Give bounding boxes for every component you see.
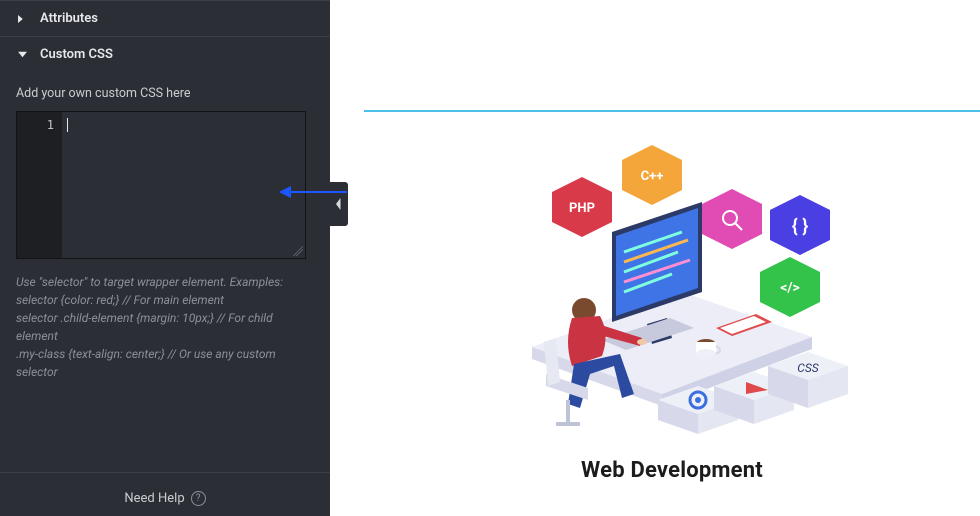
selector-hint-text: Use "selector" to target wrapper element…: [16, 273, 314, 381]
css-code-editor[interactable]: 1: [16, 111, 306, 259]
line-number: 1: [17, 118, 54, 132]
code-input-area[interactable]: [63, 112, 305, 258]
custom-css-header[interactable]: Custom CSS: [0, 37, 330, 72]
custom-css-section: Custom CSS Add your own custom CSS here …: [0, 36, 330, 399]
text-cursor-icon: [67, 118, 68, 132]
cpp-icon: C++: [622, 145, 682, 205]
svg-text:{ }: { }: [792, 216, 808, 237]
code-gutter: 1: [17, 112, 63, 258]
attributes-header[interactable]: Attributes: [0, 1, 330, 36]
question-circle-icon: ?: [191, 491, 206, 506]
svg-text:C++: C++: [641, 169, 664, 184]
attributes-section: Attributes: [0, 0, 330, 36]
custom-css-body: Add your own custom CSS here 1 Use "sele…: [0, 72, 330, 399]
web-development-illustration: PHP C++ { } </>: [492, 142, 852, 452]
caret-down-icon: [18, 50, 30, 59]
panel-collapse-toggle[interactable]: [330, 182, 348, 226]
preview-canvas: PHP C++ { } </>: [364, 110, 980, 516]
chevron-left-icon: [335, 198, 343, 210]
css-icon: CSS: [797, 361, 818, 375]
php-icon: PHP: [552, 177, 612, 237]
preview-title: Web Development: [581, 458, 763, 483]
svg-text:PHP: PHP: [569, 201, 595, 216]
svg-text:</>: </>: [780, 280, 800, 296]
resize-handle-icon[interactable]: [293, 246, 303, 256]
caret-right-icon: [18, 15, 30, 23]
braces-icon: { }: [770, 195, 830, 255]
attributes-label: Attributes: [40, 11, 98, 26]
custom-css-label: Custom CSS: [40, 47, 113, 62]
need-help-label: Need Help: [124, 491, 184, 506]
custom-css-prompt: Add your own custom CSS here: [16, 86, 314, 101]
code-icon: </>: [760, 257, 820, 317]
search-icon: [702, 189, 762, 249]
settings-sidebar: Attributes Custom CSS Add your own custo…: [0, 0, 330, 516]
need-help-link[interactable]: Need Help ?: [0, 472, 330, 516]
